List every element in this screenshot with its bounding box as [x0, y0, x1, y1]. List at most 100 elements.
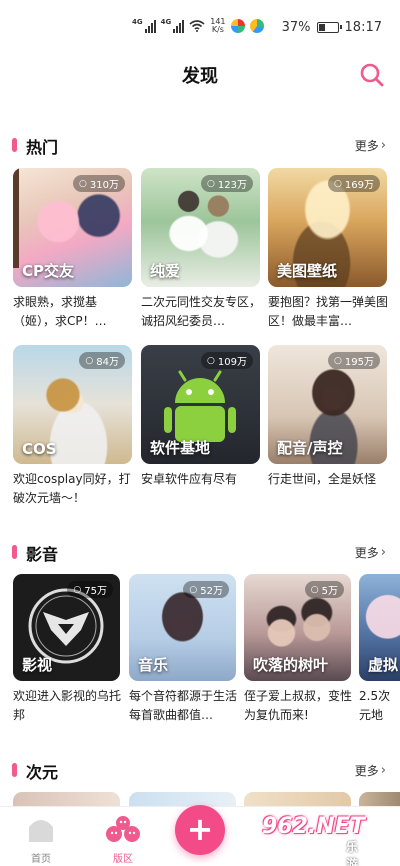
- forum-card-virtual[interactable]: 虚拟 2.5次元地: [359, 574, 400, 725]
- card-label: 音乐: [138, 656, 169, 674]
- network-type-1: 4G: [132, 18, 143, 26]
- count-value: 52万: [200, 586, 223, 597]
- forum-card-music[interactable]: ○ 52万 音乐 每个音符都源于生活 每首歌曲都值…: [129, 574, 237, 725]
- card-description: 2.5次元地: [359, 689, 391, 722]
- member-count: ○ 123万: [201, 175, 253, 192]
- count-value: 109万: [217, 357, 247, 368]
- member-count: ○ 310万: [73, 175, 125, 192]
- card-description: 每个音符都源于生活 每首歌曲都值…: [129, 689, 237, 722]
- card-label: 美图壁纸: [277, 262, 338, 280]
- nav-home[interactable]: 首页: [11, 815, 71, 865]
- more-label: 更多: [354, 764, 379, 778]
- card-label: 影视: [22, 656, 53, 674]
- person-icon: ○: [310, 584, 319, 595]
- member-count: ○ 75万: [67, 581, 113, 598]
- signal-icon-2: 4G: [161, 19, 185, 33]
- card-label: 纯爱: [150, 262, 181, 280]
- plus-icon: +: [186, 810, 214, 848]
- forum-card-movies[interactable]: ○ 75万 影视 欢迎进入影视的乌托邦: [13, 574, 121, 725]
- home-icon: [29, 820, 53, 842]
- signal-icon-1: 4G: [132, 19, 156, 33]
- nav-home-label: 首页: [31, 854, 51, 865]
- card-thumbnail: ○ 123万 纯爱: [141, 168, 260, 287]
- more-link[interactable]: 更多 ›: [355, 137, 386, 154]
- member-count: ○ 84万: [79, 352, 125, 369]
- card-description: 欢迎cosplay同好，打破次元墙～！: [13, 472, 131, 505]
- search-icon[interactable]: [359, 62, 385, 88]
- count-value: 75万: [84, 586, 107, 597]
- person-icon: ○: [334, 355, 342, 366]
- page-title: 发现: [182, 66, 218, 87]
- card-label: CP交友: [22, 262, 75, 280]
- section-header-dimension: 次元 更多 ›: [0, 759, 400, 783]
- card-label: 配音/声控: [277, 439, 343, 457]
- member-count: ○ 5万: [304, 581, 344, 598]
- chevron-right-icon: ›: [380, 138, 386, 153]
- forum-card-cp[interactable]: ○ 310万 CP交友 求眼熟，求搅基（姬），求CP！…: [13, 168, 133, 331]
- card-thumbnail: ○ 52万 音乐: [129, 574, 236, 681]
- card-thumbnail-partial[interactable]: [359, 792, 400, 806]
- more-label: 更多: [354, 546, 379, 560]
- nav-forum[interactable]: 版区: [93, 815, 153, 865]
- notification-app-icon-2: [249, 19, 264, 33]
- person-icon: ○: [334, 178, 342, 189]
- card-label: 软件基地: [150, 439, 211, 457]
- more-link[interactable]: 更多 ›: [355, 544, 386, 561]
- watermark-subtext: 乐游网: [346, 840, 359, 866]
- nav-forum-label: 版区: [113, 854, 133, 865]
- count-value: 169万: [344, 180, 374, 191]
- notification-app-icon-1: [230, 19, 245, 33]
- card-thumbnail: ○ 109万 软件基地: [141, 345, 260, 464]
- member-count: ○ 52万: [183, 581, 229, 598]
- section-accent-bar: [12, 138, 17, 152]
- forum-card-cos[interactable]: ○ 84万 COS 欢迎cosplay同好，打破次元墙～！: [13, 345, 133, 508]
- count-value: 195万: [344, 357, 374, 368]
- person-icon: ○: [207, 178, 215, 189]
- person-icon: ○: [79, 178, 87, 189]
- person-icon: ○: [73, 584, 82, 595]
- section-header-hot: 热门 更多 ›: [0, 134, 400, 158]
- card-thumbnail: ○ 5万 吹落的树叶: [244, 574, 351, 681]
- card-description: 要抱图？找第一弹美图区！做最丰富…: [268, 295, 388, 328]
- card-label: 虚拟: [368, 656, 399, 674]
- count-value: 123万: [217, 180, 247, 191]
- section-accent-bar: [12, 545, 17, 559]
- card-description: 安卓软件应有尽有: [141, 472, 238, 486]
- card-thumbnail: ○ 84万 COS: [13, 345, 132, 464]
- section-accent-bar: [12, 763, 17, 777]
- chevron-right-icon: ›: [380, 545, 386, 560]
- chevron-right-icon: ›: [380, 763, 386, 778]
- forum-card-wallpaper[interactable]: ○ 169万 美图壁纸 要抱图？找第一弹美图区！做最丰富…: [268, 168, 388, 331]
- forum-icon: [106, 816, 140, 842]
- watermark-text: 962.NET: [262, 814, 365, 839]
- card-label: COS: [22, 440, 57, 458]
- card-thumbnail: ○ 310万 CP交友: [13, 168, 132, 287]
- card-description: 求眼熟，求搅基（姬），求CP！…: [13, 295, 107, 328]
- clock: 18:17: [344, 20, 382, 35]
- member-count: ○ 195万: [328, 352, 380, 369]
- card-description: 欢迎进入影视的乌托邦: [13, 689, 121, 722]
- wifi-icon: [189, 20, 205, 32]
- card-description: 二次元同性交友专区，诚招风纪委员…: [141, 295, 261, 328]
- forum-card-chunai[interactable]: ○ 123万 纯爱 二次元同性交友专区，诚招风纪委员…: [141, 168, 261, 331]
- forum-card-falling-leaves[interactable]: ○ 5万 吹落的树叶 侄子爱上叔叔，变性为复仇而来!: [244, 574, 352, 725]
- battery-icon: [316, 22, 342, 33]
- card-thumbnail-partial[interactable]: [244, 792, 351, 806]
- section-title: 次元: [26, 763, 59, 782]
- card-description: 行走世间，全是妖怪: [268, 472, 377, 486]
- network-type-2: 4G: [160, 18, 172, 26]
- card-thumbnail-partial[interactable]: [129, 792, 236, 806]
- post-plus-button[interactable]: +: [175, 805, 225, 855]
- status-bar: 4G 4G 141 K/s 37% 18:17: [0, 0, 400, 52]
- member-count: ○ 169万: [328, 175, 380, 192]
- watermark-logo: 962.NET 乐游网: [262, 814, 365, 866]
- speed-unit: K/s: [211, 25, 224, 34]
- forum-card-voice[interactable]: ○ 195万 配音/声控 行走世间，全是妖怪: [268, 345, 388, 508]
- more-link[interactable]: 更多 ›: [355, 762, 386, 779]
- card-thumbnail-partial[interactable]: [13, 792, 120, 806]
- forum-card-software[interactable]: ○ 109万 软件基地 安卓软件应有尽有: [141, 345, 261, 508]
- count-value: 5万: [321, 586, 338, 597]
- card-description: 侄子爱上叔叔，变性为复仇而来!: [244, 689, 352, 722]
- person-icon: ○: [189, 584, 198, 595]
- card-thumbnail: ○ 75万 影视: [13, 574, 120, 681]
